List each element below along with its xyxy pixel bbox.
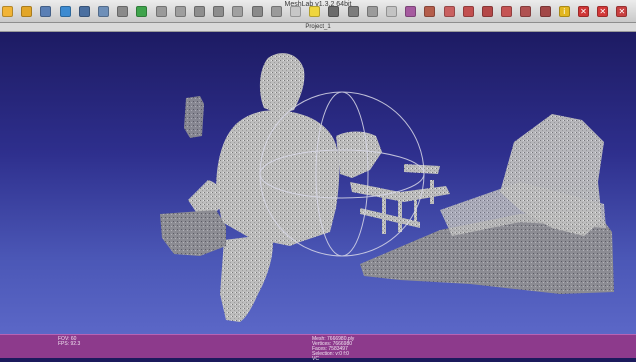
mesh-fragment-small [184,96,204,138]
smooth-shading-icon[interactable] [270,6,282,17]
status-center: Mesh: 7666980.ply Vertices: 7666980 Face… [312,337,354,362]
3d-viewport[interactable] [0,32,636,334]
double-side-lighting-icon[interactable] [328,6,340,17]
color-per-vertex-icon[interactable] [386,6,397,17]
flat-shading-icon[interactable] [251,6,263,17]
status-left: FOV: 60 FPS: 92.3 [58,337,80,347]
points-icon[interactable] [174,6,186,17]
open-project-icon[interactable] [21,6,33,17]
hidden-lines-icon[interactable] [213,6,225,17]
export-mesh-icon[interactable] [78,6,90,17]
align-tool-icon[interactable] [520,6,532,17]
document-title: Project_1 [305,24,331,30]
status-bar: FOV: 60 FPS: 92.3 Mesh: 7666980.ply Vert… [0,334,636,362]
select-faces-icon[interactable] [462,6,474,17]
reload-icon[interactable] [98,6,109,17]
measuring-tool-icon[interactable] [443,6,455,17]
mesh-person [160,53,382,322]
fancy-lighting-icon[interactable] [347,6,359,17]
backface-culling-icon[interactable] [366,6,378,17]
snapshot-icon[interactable] [117,6,129,17]
bounding-box-icon[interactable] [155,6,167,17]
scene-canvas[interactable] [0,32,636,334]
status-fps: FPS: 92.3 [58,341,81,347]
flat-lines-icon[interactable] [232,6,244,17]
document-title-bar: Project_1 [0,23,636,32]
new-project-icon[interactable] [2,6,13,17]
mesh-railing [350,164,450,234]
paint-brush-icon[interactable] [424,6,436,17]
delete-selected-vertices-icon[interactable]: ✕ [597,6,609,17]
import-mesh-icon[interactable] [59,6,71,17]
main-toolbar: i ✕ ✕ ✕ [2,6,634,20]
status-vc: VC [312,356,319,362]
wireframe-icon[interactable] [194,6,205,17]
texture-icon[interactable] [290,6,301,17]
delete-selected-faces-icon[interactable]: ✕ [578,6,589,17]
light-bulb-icon[interactable] [309,6,321,17]
color-per-face-icon[interactable] [405,6,417,17]
title-bar: MeshLab v1.3.2 64bit i ✕ ✕ ✕ [0,0,636,23]
manipulator-icon[interactable] [539,6,551,17]
delete-selection-icon[interactable]: ✕ [616,6,628,17]
select-vertices-icon[interactable] [482,6,493,17]
close-mesh-icon[interactable] [136,6,148,17]
select-connected-icon[interactable] [501,6,513,17]
save-project-icon[interactable] [40,6,52,17]
info-icon[interactable]: i [558,6,570,17]
